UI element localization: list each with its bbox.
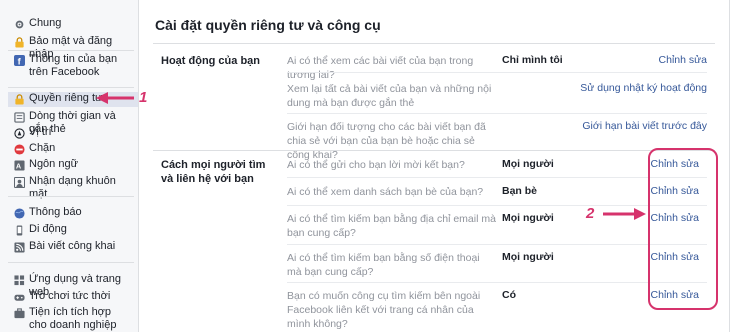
privacy-lock-icon bbox=[13, 93, 25, 105]
sidebar-divider bbox=[8, 50, 134, 51]
setting-value: Mọi người bbox=[502, 212, 554, 224]
step-number-2: 2 bbox=[586, 205, 595, 222]
setting-question: Ai có thể xem danh sách bạn bè của bạn? bbox=[287, 186, 484, 198]
setting-value: Mọi người bbox=[502, 251, 554, 263]
page-title: Cài đặt quyền riêng tư và công cụ bbox=[155, 17, 381, 33]
row-divider bbox=[287, 244, 707, 245]
section-divider bbox=[153, 150, 715, 151]
row-divider bbox=[287, 177, 707, 178]
setting-question: Ai có thể gửi cho bạn lời mời kết bạn? bbox=[287, 159, 465, 171]
sidebar-item-label: Nhận dạng khuôn mặt bbox=[29, 175, 116, 200]
sidebar-divider bbox=[8, 87, 134, 88]
mobile-icon bbox=[13, 224, 25, 236]
sidebar-item-label: Tiện ích tích hợp cho doanh nghiệp bbox=[29, 306, 117, 331]
sidebar-divider bbox=[8, 196, 134, 197]
setting-question: Giới hạn đối tượng cho các bài viết bạn … bbox=[287, 121, 486, 161]
setting-value: Chỉ mình tôi bbox=[502, 54, 563, 66]
sidebar-item-your-info[interactable]: f Thông tin của bạn trên Facebook bbox=[13, 53, 135, 79]
use-activity-log-link[interactable]: Sử dụng nhật ký hoạt động bbox=[580, 82, 707, 94]
sidebar-item-label: Chặn bbox=[29, 142, 56, 154]
sidebar-item-public-posts[interactable]: Bài viết công khai bbox=[13, 240, 135, 253]
row-divider bbox=[287, 72, 707, 73]
sidebar-item-privacy[interactable]: Quyền riêng tư bbox=[8, 92, 141, 107]
setting-question: Ai có thể xem các bài viết của bạn trong… bbox=[287, 55, 474, 81]
location-icon bbox=[13, 127, 25, 139]
sidebar-item-label: Thông báo bbox=[29, 206, 82, 218]
row-divider bbox=[287, 205, 707, 206]
lock-icon bbox=[13, 36, 25, 48]
setting-value: Mọi người bbox=[502, 158, 554, 170]
sidebar-item-label: Trò chơi tức thời bbox=[29, 290, 111, 302]
step-number-1: 1 bbox=[139, 89, 148, 106]
row-divider bbox=[287, 113, 707, 114]
sidebar-item-location[interactable]: Vị trí bbox=[13, 126, 135, 139]
settings-sidebar: Chung Bảo mật và đăng nhập f Thông tin c… bbox=[0, 0, 141, 332]
setting-question: Xem lại tất cả bài viết của bạn và những… bbox=[287, 83, 492, 109]
setting-value: Có bbox=[502, 289, 516, 301]
privacy-settings-panel: Cài đặt quyền riêng tư và công cụ Hoạt đ… bbox=[138, 0, 730, 332]
sidebar-divider bbox=[8, 262, 134, 263]
section-label-your-activity: Hoạt động của bạn bbox=[161, 55, 260, 67]
sidebar-item-instant-games[interactable]: Trò chơi tức thời bbox=[13, 290, 135, 303]
timeline-icon bbox=[13, 111, 25, 123]
limit-past-posts-link[interactable]: Giới hạn bài viết trước đây bbox=[582, 120, 707, 132]
edit-future-posts-link[interactable]: Chỉnh sửa bbox=[659, 54, 707, 66]
row-divider bbox=[287, 282, 707, 283]
sidebar-item-label: Thông tin của bạn trên Facebook bbox=[29, 53, 118, 78]
business-icon bbox=[13, 307, 25, 319]
facebook-icon: f bbox=[13, 54, 25, 66]
apps-icon bbox=[13, 274, 25, 286]
face-recognition-icon bbox=[13, 176, 25, 188]
sidebar-item-label: Vị trí bbox=[29, 126, 52, 138]
sidebar-item-mobile[interactable]: Di động bbox=[13, 223, 135, 236]
sidebar-item-label: Ngôn ngữ bbox=[29, 158, 78, 170]
sidebar-item-business-integrations[interactable]: Tiện ích tích hợp cho doanh nghiệp bbox=[13, 306, 135, 332]
title-divider bbox=[153, 43, 715, 44]
gamepad-icon bbox=[13, 291, 25, 303]
sidebar-item-label: Di động bbox=[29, 223, 67, 235]
rss-icon bbox=[13, 241, 25, 253]
section-label-how-people-find-you: Cách mọi người tìm và liên hệ với bạn bbox=[161, 159, 266, 185]
sidebar-item-notifications[interactable]: Thông báo bbox=[13, 206, 135, 219]
block-icon bbox=[13, 143, 25, 155]
setting-value: Bạn bè bbox=[502, 185, 538, 197]
sidebar-item-label: Quyền riêng tư bbox=[29, 92, 103, 104]
edit-links-highlight-box bbox=[648, 148, 718, 310]
language-icon: A bbox=[13, 159, 25, 171]
sidebar-item-face-recognition[interactable]: Nhận dạng khuôn mặt bbox=[13, 175, 135, 201]
sidebar-item-label: Bài viết công khai bbox=[29, 240, 116, 252]
svg-text:A: A bbox=[15, 161, 21, 170]
sidebar-item-general[interactable]: Chung bbox=[13, 17, 135, 30]
sidebar-item-block[interactable]: Chặn bbox=[13, 142, 135, 155]
gear-icon bbox=[13, 18, 25, 30]
globe-icon bbox=[13, 207, 25, 219]
setting-question: Ai có thể tìm kiếm bạn bằng số điện thoạ… bbox=[287, 252, 480, 278]
setting-question: Ai có thể tìm kiếm bạn bằng địa chỉ emai… bbox=[287, 213, 496, 239]
sidebar-item-label: Chung bbox=[29, 17, 62, 29]
setting-question: Bạn có muốn công cụ tìm kiếm bên ngoài F… bbox=[287, 290, 481, 330]
sidebar-item-language[interactable]: A Ngôn ngữ bbox=[13, 158, 135, 171]
